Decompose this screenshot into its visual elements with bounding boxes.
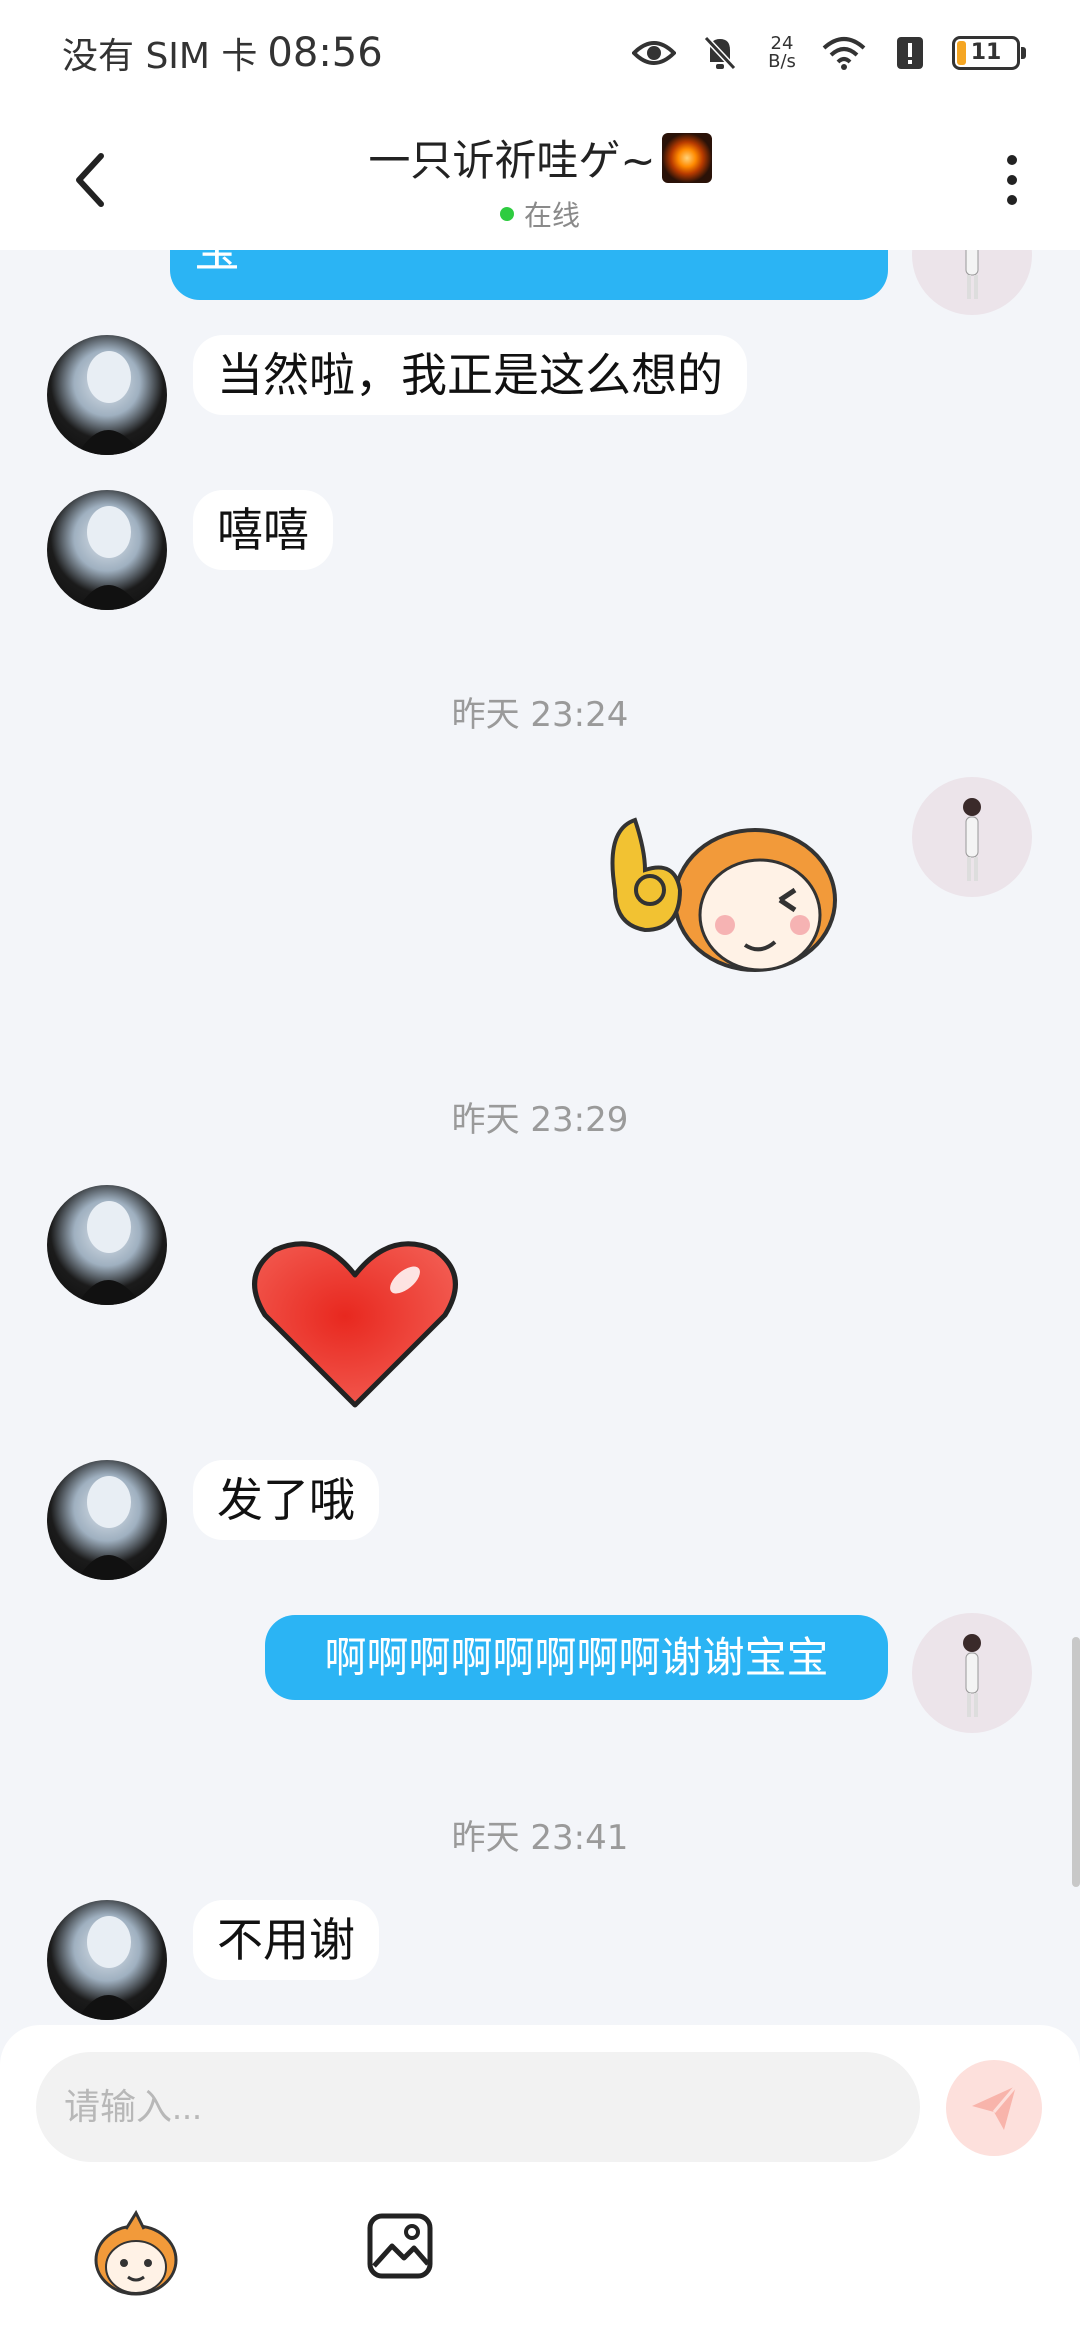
self-avatar-figure-icon: [963, 1634, 981, 1717]
battery-level: 11: [970, 40, 1002, 65]
message-bubble-other[interactable]: 当然啦，我正是这么想的: [193, 335, 747, 415]
self-avatar-figure-icon: [965, 250, 979, 299]
chat-title-row: 一只䜣祈哇ゲ~: [368, 127, 712, 188]
other-avatar[interactable]: [47, 1460, 167, 1580]
ok-girl-sticker[interactable]: [585, 790, 855, 1000]
more-dot: [1007, 175, 1017, 185]
message-text: 啊啊啊啊啊啊啊啊谢谢宝宝: [324, 1633, 829, 1682]
emoji-sticker-icon: [94, 2209, 178, 2296]
carrier-label: 没有 SIM 卡: [62, 35, 258, 77]
message-text: 不用谢: [217, 1913, 355, 1967]
alert-icon: [886, 29, 934, 77]
message-bubble-other[interactable]: 发了哦: [193, 1460, 379, 1540]
other-avatar[interactable]: [47, 1185, 167, 1305]
other-avatar[interactable]: [47, 335, 167, 455]
message-timestamp: 昨天 23:24: [451, 695, 629, 735]
online-dot-icon: [499, 207, 514, 221]
other-avatar[interactable]: [47, 490, 167, 610]
net-speed-unit: B/s: [768, 50, 796, 72]
message-bubble-other[interactable]: 嘻嘻: [193, 490, 333, 570]
status-left: 没有 SIM 卡 08:56: [62, 27, 383, 79]
chat-title: 一只䜣祈哇ゲ~: [368, 136, 656, 185]
send-icon: [972, 2085, 1018, 2130]
image-icon: [367, 2213, 433, 2279]
other-avatar-figure-icon: [77, 351, 142, 455]
message-list[interactable]: 宝 当然啦，我正是这么想的 嘻嘻 昨天 23:24 昨天 23:29 发了哦 啊…: [0, 250, 1080, 2025]
emoji-sticker-button[interactable]: [86, 2205, 186, 2305]
battery-fill: [957, 40, 966, 65]
online-status: 在线: [200, 194, 880, 234]
more-vertical-icon: [1007, 155, 1017, 165]
battery-icon: 11: [952, 35, 1026, 70]
self-avatar[interactable]: [912, 250, 1032, 315]
net-speed: 24 B/s: [762, 32, 802, 72]
message-bubble-self[interactable]: 宝: [170, 250, 888, 300]
bell-muted-icon: [696, 29, 744, 77]
input-panel: [0, 2025, 1080, 2340]
scrollbar[interactable]: [1072, 1637, 1080, 1887]
message-timestamp: 昨天 23:29: [451, 1100, 629, 1140]
self-avatar[interactable]: [912, 777, 1032, 897]
status-icons: 24 B/s 11: [630, 29, 1026, 77]
self-avatar-figure-icon: [963, 798, 981, 881]
back-button[interactable]: [60, 145, 120, 215]
more-options-button[interactable]: [992, 145, 1032, 215]
message-bubble-other[interactable]: 不用谢: [193, 1900, 379, 1980]
image-picker-button[interactable]: [364, 2210, 444, 2290]
chat-header: 一只䜣祈哇ゲ~ 在线: [0, 105, 1080, 250]
clock: 08:56: [267, 29, 383, 76]
header-center: 一只䜣祈哇ゲ~ 在线: [200, 127, 880, 234]
online-label: 在线: [523, 199, 580, 232]
message-text: 当然啦，我正是这么想的: [217, 348, 723, 402]
other-avatar-figure-icon: [77, 506, 142, 610]
status-bar: 没有 SIM 卡 08:56 24 B/s 11: [0, 0, 1080, 105]
other-avatar[interactable]: [47, 1900, 167, 2020]
message-timestamp: 昨天 23:41: [451, 1818, 629, 1858]
eye-icon: [630, 29, 678, 77]
message-input[interactable]: [36, 2052, 920, 2162]
send-button[interactable]: [946, 2060, 1042, 2156]
message-text: 发了哦: [217, 1473, 355, 1527]
more-dot: [1007, 195, 1017, 205]
net-speed-value: 24: [770, 32, 794, 54]
other-avatar-figure-icon: [77, 1916, 142, 2020]
wifi-icon: [820, 29, 868, 77]
message-bubble-self[interactable]: 啊啊啊啊啊啊啊啊谢谢宝宝: [265, 1615, 888, 1700]
firework-icon: [661, 132, 712, 183]
chevron-left-icon: [76, 153, 104, 207]
other-avatar-figure-icon: [77, 1201, 142, 1305]
heart-sticker[interactable]: [245, 1235, 465, 1410]
self-avatar[interactable]: [912, 1613, 1032, 1733]
message-text: 宝: [194, 250, 240, 277]
other-avatar-figure-icon: [77, 1476, 142, 1580]
message-text: 嘻嘻: [217, 503, 309, 557]
